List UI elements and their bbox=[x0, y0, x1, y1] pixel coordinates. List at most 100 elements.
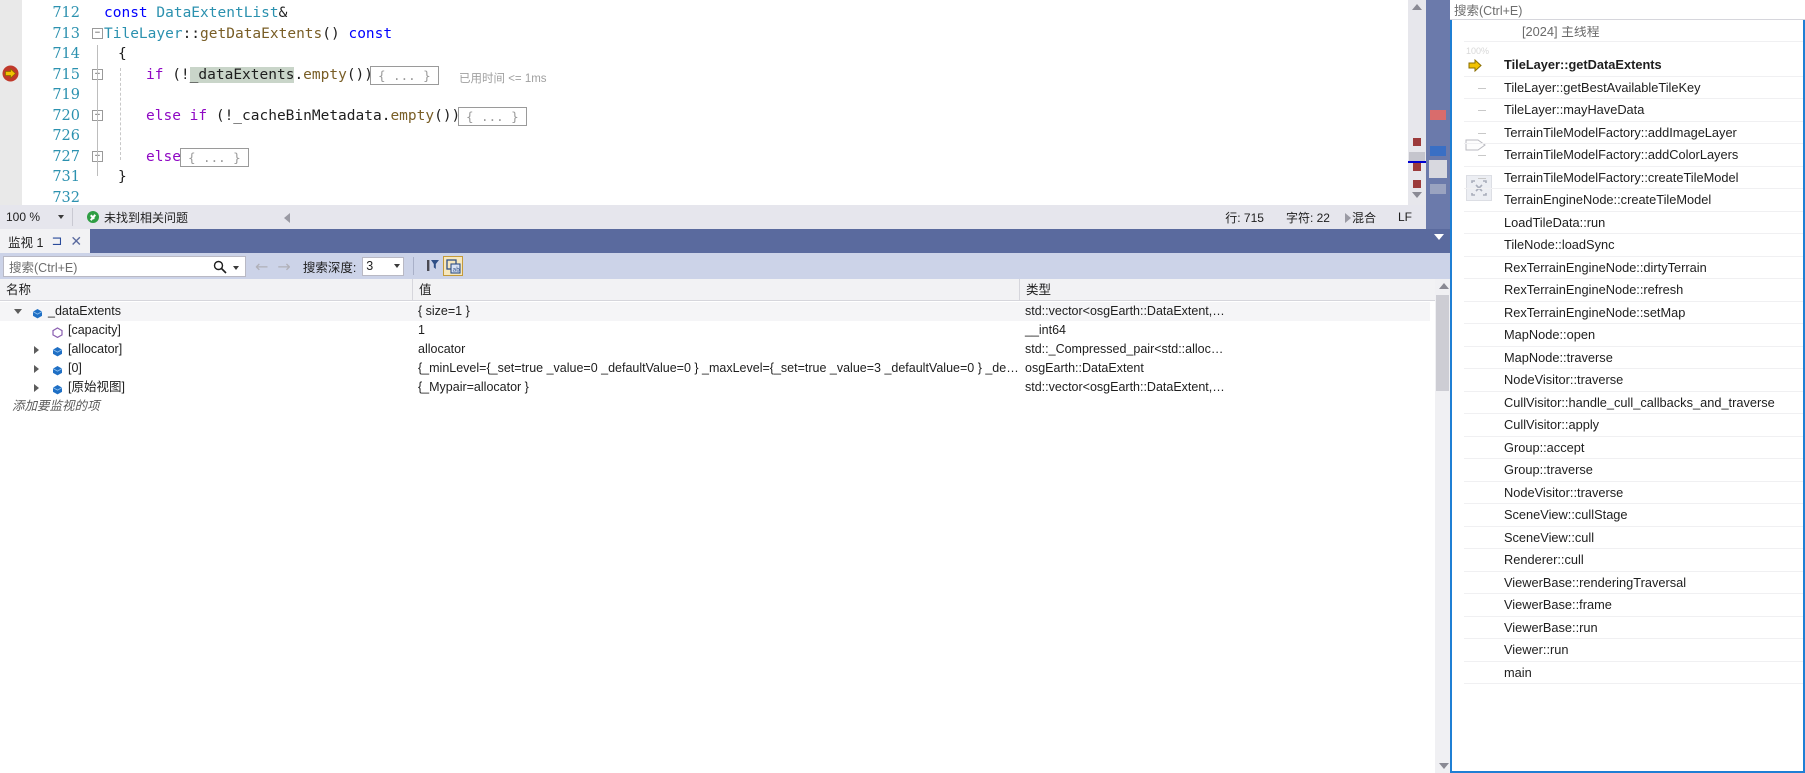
column-header-name[interactable]: 名称 bbox=[0, 279, 413, 301]
watch-row-value[interactable]: allocator bbox=[413, 340, 1020, 359]
call-stack-frame[interactable]: main bbox=[1464, 662, 1803, 684]
close-icon[interactable]: ✕ bbox=[70, 233, 82, 250]
filter-pin-icon[interactable] bbox=[423, 256, 443, 276]
call-stack-frame[interactable]: ViewerBase::renderingTraversal bbox=[1464, 572, 1803, 594]
call-stack-frame[interactable]: MapNode::open bbox=[1464, 324, 1803, 347]
watch-row-name-cell[interactable]: [capacity] bbox=[0, 321, 413, 340]
scroll-box[interactable] bbox=[1429, 160, 1447, 178]
watch-row-name-cell[interactable]: [allocator] bbox=[0, 340, 413, 359]
scroll-down-arrow[interactable] bbox=[1412, 192, 1422, 198]
pin-icon[interactable]: ⊐ bbox=[51, 233, 62, 249]
hscroll-left-arrow[interactable] bbox=[284, 213, 290, 223]
call-stack-frame[interactable]: RexTerrainEngineNode::setMap bbox=[1464, 302, 1803, 324]
scroll-down-arrow[interactable] bbox=[1439, 763, 1449, 769]
editor-vertical-scrollbar[interactable] bbox=[1408, 0, 1426, 205]
chevron-down-icon[interactable] bbox=[1434, 234, 1444, 240]
expand-triangle-icon[interactable] bbox=[34, 384, 39, 392]
collapse-triangle-icon[interactable] bbox=[14, 309, 22, 314]
collapsed-block-placeholder[interactable]: { ... } bbox=[458, 106, 527, 126]
search-depth-combo[interactable]: 3 bbox=[362, 256, 405, 276]
zoom-level-combo[interactable]: 100 % bbox=[2, 207, 68, 227]
table-row[interactable]: [原始视图] {_Mypair=allocator } std::vector<os… bbox=[0, 378, 1430, 397]
table-row[interactable]: [capacity] 1 __int64 bbox=[0, 321, 1430, 340]
watch-grid[interactable]: 名称 值 类型 _dataExtents{ size=1 } std::vecto… bbox=[0, 279, 1450, 773]
scroll-thumb[interactable] bbox=[1409, 152, 1425, 161]
issue-status[interactable]: 未找到相关问题 bbox=[87, 209, 188, 226]
call-stack-frame[interactable]: SceneView::cullStage bbox=[1464, 504, 1803, 527]
watch-row-name-cell[interactable]: [原始视图] bbox=[0, 378, 413, 397]
call-stack-search-input[interactable]: 搜索(Ctrl+E) bbox=[1450, 0, 1805, 20]
watch-row-type: std::_Compressed_pair<std::alloc… bbox=[1025, 342, 1224, 356]
editor-text-body[interactable]: 712 const DataExtentList& 713 TileLayer::ge… bbox=[22, 0, 1450, 205]
editor-glyph-margin[interactable] bbox=[0, 0, 22, 205]
outline-collapse-toggle[interactable]: − bbox=[92, 27, 103, 39]
column-header-value[interactable]: 值 bbox=[413, 279, 1020, 301]
call-stack-frame[interactable]: TerrainTileModelFactory::addImageLayer bbox=[1464, 122, 1803, 144]
add-watch-item-row[interactable]: 添加要监视的项 bbox=[0, 397, 1430, 416]
call-stack-frame[interactable]: SceneView::cull bbox=[1464, 527, 1803, 549]
eol-indicator: LF bbox=[1397, 210, 1412, 224]
table-row[interactable]: [allocator] allocator std::_Compressed_pai… bbox=[0, 340, 1430, 359]
tab-watch-1[interactable]: 监视 1 ⊐ ✕ bbox=[0, 229, 91, 253]
call-stack-frame[interactable]: RexTerrainEngineNode::dirtyTerrain bbox=[1464, 257, 1803, 279]
call-stack-frame[interactable]: MapNode::traverse bbox=[1464, 347, 1803, 369]
table-row[interactable]: _dataExtents { size=1 } std::vector<osgEar… bbox=[0, 302, 1430, 321]
search-input[interactable]: 搜索(Ctrl+E) bbox=[3, 255, 246, 277]
call-stack-frame[interactable]: NodeVisitor::traverse bbox=[1464, 482, 1803, 504]
code-editor[interactable]: 712 const DataExtentList& 713 TileLayer::ge… bbox=[0, 0, 1450, 205]
call-stack-frame[interactable]: Renderer::cull bbox=[1464, 549, 1803, 572]
editor-status-right: 行: 715 字符: 22 混合 LF bbox=[1225, 205, 1426, 229]
search-icon[interactable] bbox=[213, 260, 227, 274]
call-stack-frame[interactable]: TileNode::loadSync bbox=[1464, 234, 1803, 257]
call-stack-frame[interactable]: ViewerBase::run bbox=[1464, 617, 1803, 639]
check-circle-icon bbox=[87, 211, 99, 223]
code-token: const bbox=[104, 5, 157, 21]
call-stack-frame[interactable]: LoadTileData::run bbox=[1464, 212, 1803, 234]
watch-row-value[interactable]: {_Mypair=allocator } bbox=[413, 378, 1020, 397]
call-stack-frame[interactable]: CullVisitor::handle_cull_callbacks_and_t… bbox=[1464, 392, 1803, 414]
chevron-down-icon[interactable] bbox=[58, 215, 64, 219]
call-stack-frame[interactable]: TerrainTileModelFactory::addColorLayers bbox=[1464, 144, 1803, 167]
field-icon bbox=[52, 344, 63, 357]
expand-triangle-icon[interactable] bbox=[34, 365, 39, 373]
table-row[interactable]: [0] {_minLevel={_set=true _value=0 _defau… bbox=[0, 359, 1430, 378]
scroll-thumb[interactable] bbox=[1436, 295, 1449, 391]
call-stack-frame[interactable]: CullVisitor::apply bbox=[1464, 414, 1803, 437]
scroll-up-arrow[interactable] bbox=[1439, 283, 1449, 289]
scroll-up-arrow[interactable] bbox=[1412, 4, 1422, 10]
call-stack-frame[interactable]: TerrainTileModelFactory::createTileModel bbox=[1464, 167, 1803, 189]
editor-horizontal-scrollbar[interactable] bbox=[246, 205, 1391, 229]
issue-status-label: 未找到相关问题 bbox=[104, 210, 189, 225]
hex-display-icon[interactable]: ab bbox=[443, 256, 464, 276]
arrow-left-icon[interactable]: ← bbox=[255, 257, 268, 276]
call-stack-frame[interactable]: Group::traverse bbox=[1464, 459, 1803, 482]
call-stack-frame[interactable]: RexTerrainEngineNode::refresh bbox=[1464, 279, 1803, 302]
watch-row-name-cell[interactable]: _dataExtents bbox=[0, 302, 413, 321]
watch-row-value[interactable]: {_minLevel={_set=true _value=0 _defaultV… bbox=[413, 359, 1020, 378]
watch-row-value[interactable]: 1 bbox=[413, 321, 1020, 340]
call-stack-frame[interactable]: Viewer::run bbox=[1464, 639, 1803, 662]
call-stack-list[interactable]: 100% [2024] 主线程 TileLayer::getDataExtents… bbox=[1450, 20, 1805, 773]
call-stack-frame[interactable]: NodeVisitor::traverse bbox=[1464, 369, 1803, 392]
call-stack-frame[interactable]: Group::accept bbox=[1464, 437, 1803, 459]
column-header-type[interactable]: 类型 bbox=[1020, 279, 1435, 301]
search-options-chevron-icon[interactable] bbox=[233, 265, 239, 270]
expand-triangle-icon[interactable] bbox=[34, 346, 39, 354]
watch-grid-scrollbar[interactable] bbox=[1435, 279, 1450, 773]
call-stack-frame[interactable]: TileLayer::getDataExtents bbox=[1464, 54, 1803, 77]
chevron-down-icon[interactable] bbox=[394, 264, 401, 268]
arrow-right-icon[interactable]: → bbox=[277, 257, 290, 276]
call-stack-frame[interactable]: TileLayer::getBestAvailableTileKey bbox=[1464, 77, 1803, 99]
code-token: empty bbox=[303, 66, 347, 83]
watch-row-value[interactable]: { size=1 } bbox=[413, 302, 1020, 321]
watch-row-name-cell[interactable]: [0] bbox=[0, 359, 413, 378]
current-frame-arrow-icon bbox=[1468, 59, 1482, 72]
watch-grid-header: 名称 值 类型 bbox=[0, 279, 1450, 301]
code-line[interactable]: 732 bbox=[22, 187, 1450, 206]
call-stack-frame[interactable]: TileLayer::mayHaveData bbox=[1464, 99, 1803, 122]
collapsed-block-placeholder[interactable]: { ... } bbox=[370, 65, 439, 85]
collapsed-block-placeholder[interactable]: { ... } bbox=[180, 147, 249, 167]
call-stack-frame[interactable]: ViewerBase::frame bbox=[1464, 594, 1803, 617]
call-stack-frame[interactable]: TerrainEngineNode::createTileModel bbox=[1464, 189, 1803, 212]
code-token: { bbox=[118, 46, 127, 62]
